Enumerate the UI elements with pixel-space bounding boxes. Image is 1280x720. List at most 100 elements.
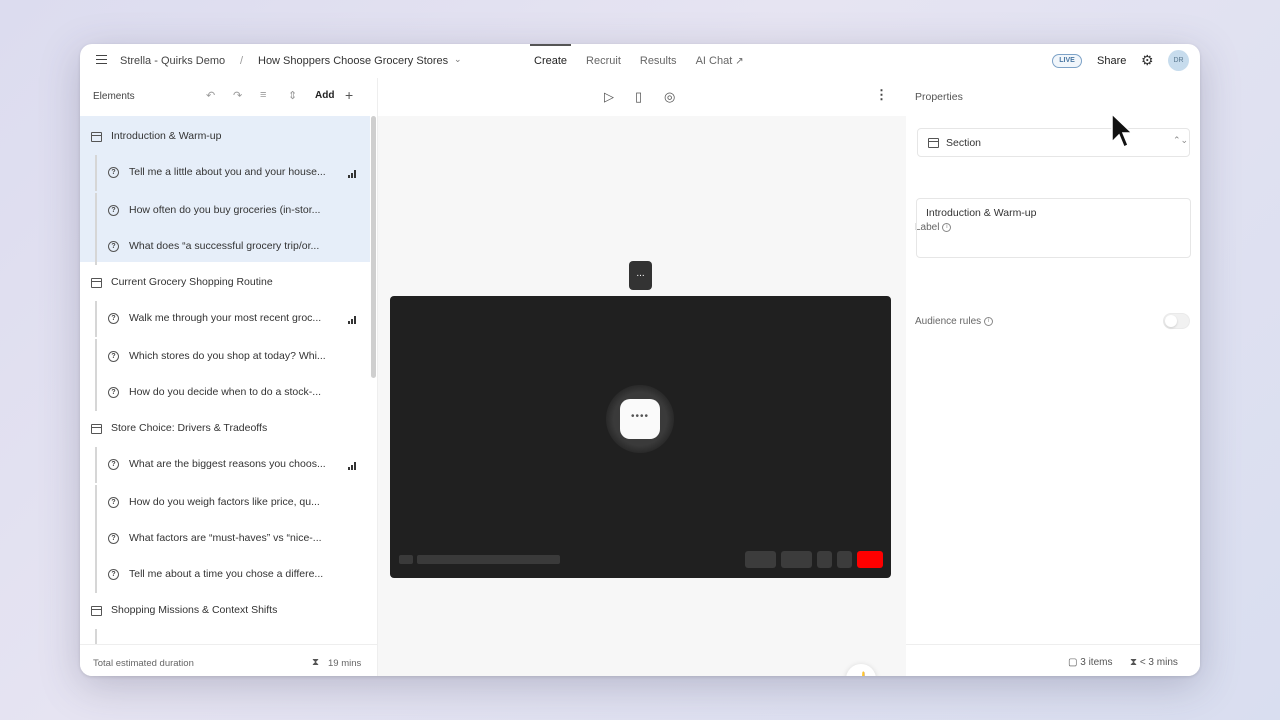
question-label: How often do you buy groceries (in-stor.… [129,204,321,216]
control-placeholder [399,555,413,564]
section-row[interactable]: Current Grocery Shopping Routine [80,265,370,301]
avatar[interactable]: DR [1168,50,1189,71]
record-button[interactable] [857,551,883,568]
question-row[interactable]: ? How often do you buy groceries (in-sto… [80,193,370,229]
top-bar: Strella - Quirks Demo / How Shoppers Cho… [80,44,1200,78]
mouse-cursor-icon [1111,112,1134,149]
label-input[interactable]: Introduction & Warm-up [916,198,1191,258]
question-row[interactable]: ? What does “a successful grocery trip/o… [80,229,370,265]
section-icon [91,424,102,434]
question-label: Walk me through your most recent groc... [129,312,322,324]
study-title[interactable]: How Shoppers Choose Grocery Stores [258,55,448,67]
tab-ai-chat[interactable]: AI Chat ↗ [692,44,748,78]
expand-collapse-icon[interactable]: ⇕ [288,89,297,102]
control-button[interactable] [781,551,812,568]
tree-line [95,339,97,375]
tree-line [95,447,97,483]
hourglass-icon: ⧗ [312,657,320,668]
section-label: Shopping Missions & Context Shifts [111,604,278,616]
elements-title: Elements [93,91,135,102]
bar-chart-icon [348,170,357,178]
question-label: What are the biggest reasons you choos..… [129,458,326,470]
section-icon [928,138,939,148]
question-row[interactable]: ? What are the biggest reasons you choos… [80,447,370,483]
mobile-icon[interactable]: ▯ [635,89,642,105]
play-icon[interactable]: ▷ [604,89,614,105]
preview-canvas: ▷ ▯ ◎ ⋮ ... •••• ☝ [378,78,906,676]
main-tabs: Create Recruit Results AI Chat ↗ [530,44,759,78]
tab-results[interactable]: Results [636,44,681,78]
question-row[interactable]: ? Tell me about a time you chose a diffe… [80,557,370,593]
question-label: Which stores do you shop at today? Whi..… [129,350,326,362]
properties-footer: ▢ 3 items ⧗ < 3 mins [906,644,1200,676]
live-badge: LIVE [1052,54,1082,68]
question-row[interactable]: ? How do you weigh factors like price, q… [80,485,370,521]
section-icon [91,132,102,142]
question-row[interactable]: ? How do you decide when to do a stock-.… [80,375,370,411]
tree-line [95,229,97,265]
info-icon: i [984,316,994,326]
section-row[interactable]: Introduction & Warm-up [80,119,370,155]
scrollbar[interactable] [371,116,376,378]
app-window: Strella - Quirks Demo / How Shoppers Cho… [80,44,1200,676]
question-row[interactable]: ? Which stores do you shop at today? Whi… [80,339,370,375]
question-row[interactable] [80,629,370,644]
question-label: How do you weigh factors like price, qu.… [129,496,320,508]
question-label: What factors are “must-haves” vs “nice-.… [129,532,322,544]
undo-icon[interactable]: ↶ [206,89,215,102]
add-button[interactable]: Add [315,90,334,101]
audience-rules-label: Audience rules i [915,316,994,327]
question-icon: ? [108,167,119,178]
question-label: What does “a successful grocery trip/or.… [129,240,320,252]
section-row[interactable]: Shopping Missions & Context Shifts [80,593,370,629]
check-circle-icon[interactable]: ◎ [664,89,675,105]
properties-panel: Properties Section ⌃⌄ Label i Introductio… [906,78,1200,676]
section-icon [91,606,102,616]
workspace-name[interactable]: Strella - Quirks Demo [120,55,225,67]
caption-placeholder [417,555,560,564]
share-button[interactable]: Share [1097,55,1126,67]
tab-recruit[interactable]: Recruit [582,44,625,78]
question-row[interactable]: ? Walk me through your most recent groc.… [80,301,370,337]
tab-create[interactable]: Create [530,44,572,78]
tree-line [95,521,97,557]
control-button[interactable] [817,551,832,568]
loading-indicator: •••• [620,399,660,439]
properties-title: Properties [915,91,963,103]
elements-panel: Elements ↶ ↷ ≡ ⇕ Add + Introduction & Wa… [80,78,378,676]
duration-footer: Total estimated duration ⧗ 19 mins [80,644,378,676]
section-duration: ⧗ < 3 mins [1130,657,1178,668]
external-link-icon: ↗ [735,56,744,67]
video-preview[interactable]: •••• [390,296,891,578]
redo-icon[interactable]: ↷ [233,89,242,102]
preview-toolbar: ▷ ▯ ◎ ⋮ [378,78,906,116]
wrap-icon[interactable]: ≡ [260,89,266,101]
question-icon: ? [108,569,119,580]
bar-chart-icon [348,316,357,324]
question-icon: ? [108,351,119,362]
section-row[interactable]: Store Choice: Drivers & Tradeoffs [80,411,370,447]
control-button[interactable] [745,551,776,568]
question-row[interactable]: ? Tell me a little about you and your ho… [80,155,370,191]
tree-line [95,155,97,191]
section-label: Current Grocery Shopping Routine [111,276,273,288]
gear-icon[interactable]: ⚙ [1141,52,1154,69]
element-type-select[interactable]: Section ⌃⌄ [917,128,1190,157]
duration-label: Total estimated duration [93,658,194,669]
items-count: ▢ 3 items [1068,657,1113,668]
control-button[interactable] [837,551,852,568]
plus-icon[interactable]: + [345,87,353,103]
question-label: How do you decide when to do a stock-... [129,386,322,398]
section-icon [91,278,102,288]
hand-pointer-icon[interactable]: ☝ [846,664,876,676]
question-label: Tell me a little about you and your hous… [129,166,326,178]
more-options-icon[interactable]: ⋮ [875,87,888,103]
elements-list: Introduction & Warm-up ? Tell me a littl… [80,116,378,644]
menu-icon[interactable] [96,55,107,64]
typing-bubble: ... [629,261,652,290]
chevron-up-down-icon: ⌃⌄ [1173,135,1189,145]
element-type-value: Section [946,137,982,149]
audience-rules-toggle[interactable] [1163,313,1190,329]
question-row[interactable]: ? What factors are “must-haves” vs “nice… [80,521,370,557]
chevron-down-icon[interactable]: ⌄ [454,54,462,65]
